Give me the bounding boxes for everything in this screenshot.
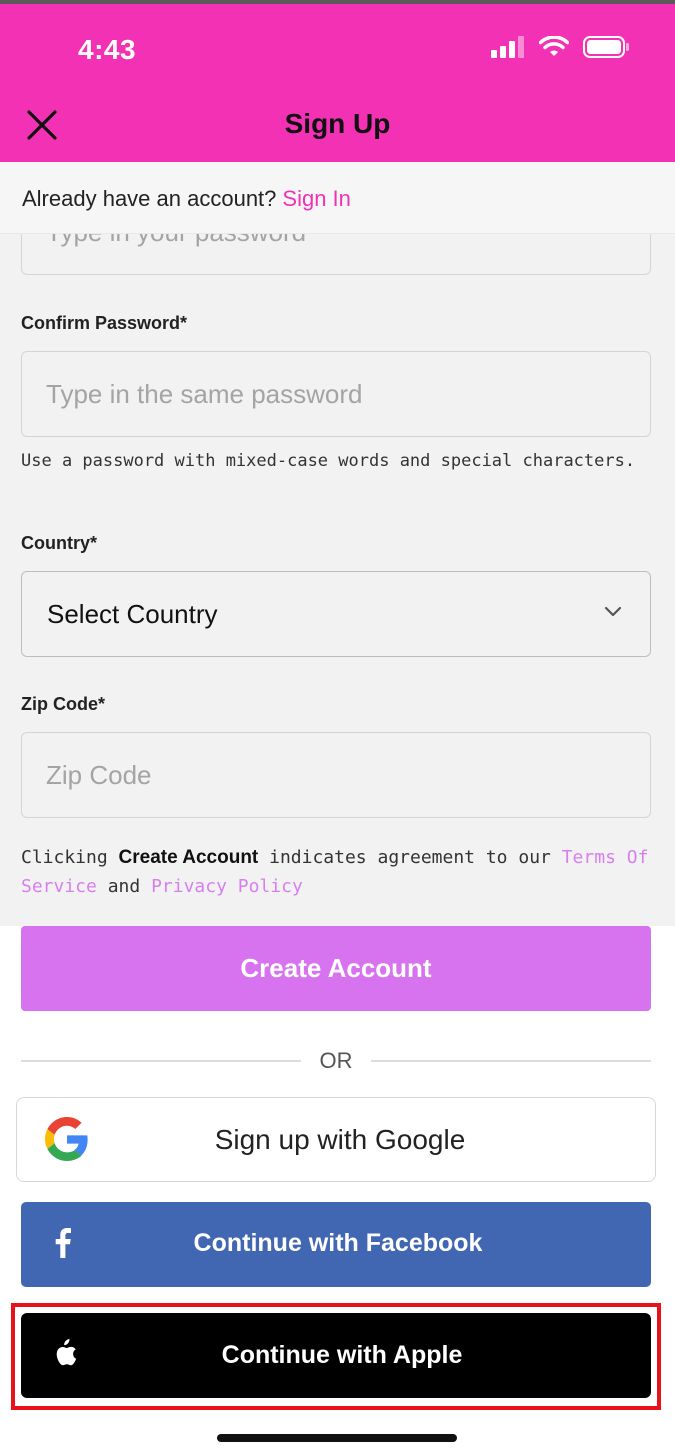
chevron-down-icon: [604, 606, 622, 617]
facebook-continue-button[interactable]: Continue with Facebook: [21, 1202, 651, 1287]
apple-continue-button[interactable]: Continue with Apple: [21, 1313, 651, 1398]
sign-up-screen: 4:43 Sign Up Confirm Password* Use a pas…: [0, 0, 675, 1456]
privacy-policy-link[interactable]: Privacy Policy: [151, 876, 303, 897]
header: 4:43 Sign Up: [0, 4, 675, 162]
legal-action: Create Account: [118, 847, 259, 868]
legal-text: Clicking Create Account indicates agreem…: [21, 843, 651, 901]
create-account-button[interactable]: Create Account: [21, 926, 651, 1011]
apple-continue-label: Continue with Apple: [221, 1341, 463, 1369]
country-select-value: Select Country: [47, 599, 218, 629]
wifi-icon: [539, 36, 569, 56]
legal-prefix: Clicking: [21, 847, 108, 868]
home-indicator: [217, 1434, 457, 1442]
legal-middle: indicates agreement to our: [269, 847, 551, 868]
sign-in-link[interactable]: Sign In: [282, 186, 351, 211]
signal-icon: [491, 36, 524, 58]
signin-prompt: Already have an account?: [22, 186, 277, 211]
country-label: Country*: [21, 533, 97, 553]
country-select[interactable]: Select Country: [21, 571, 651, 657]
form-scroll-area[interactable]: Confirm Password* Use a password with mi…: [0, 162, 675, 926]
signin-banner: Already have an account? Sign In: [0, 162, 675, 234]
signin-prompt-row: Already have an account? Sign In: [22, 186, 351, 212]
battery-icon: [583, 36, 629, 58]
page-title: Sign Up: [284, 108, 391, 139]
facebook-continue-label: Continue with Facebook: [193, 1229, 483, 1257]
status-time: 4:43: [78, 34, 137, 65]
zip-code-input[interactable]: [22, 733, 650, 817]
confirm-password-field[interactable]: [21, 351, 651, 437]
zip-code-label: Zip Code*: [21, 694, 105, 714]
legal-and: and: [107, 876, 141, 897]
confirm-password-label: Confirm Password*: [21, 313, 188, 333]
password-hint: Use a password with mixed-case words and…: [21, 451, 636, 471]
google-signup-button[interactable]: Sign up with Google: [16, 1097, 656, 1182]
google-signup-label: Sign up with Google: [214, 1124, 466, 1155]
status-icons: [491, 36, 629, 58]
or-divider-right: [371, 1060, 651, 1062]
zip-code-field[interactable]: [21, 732, 651, 818]
confirm-password-input[interactable]: [22, 352, 650, 436]
